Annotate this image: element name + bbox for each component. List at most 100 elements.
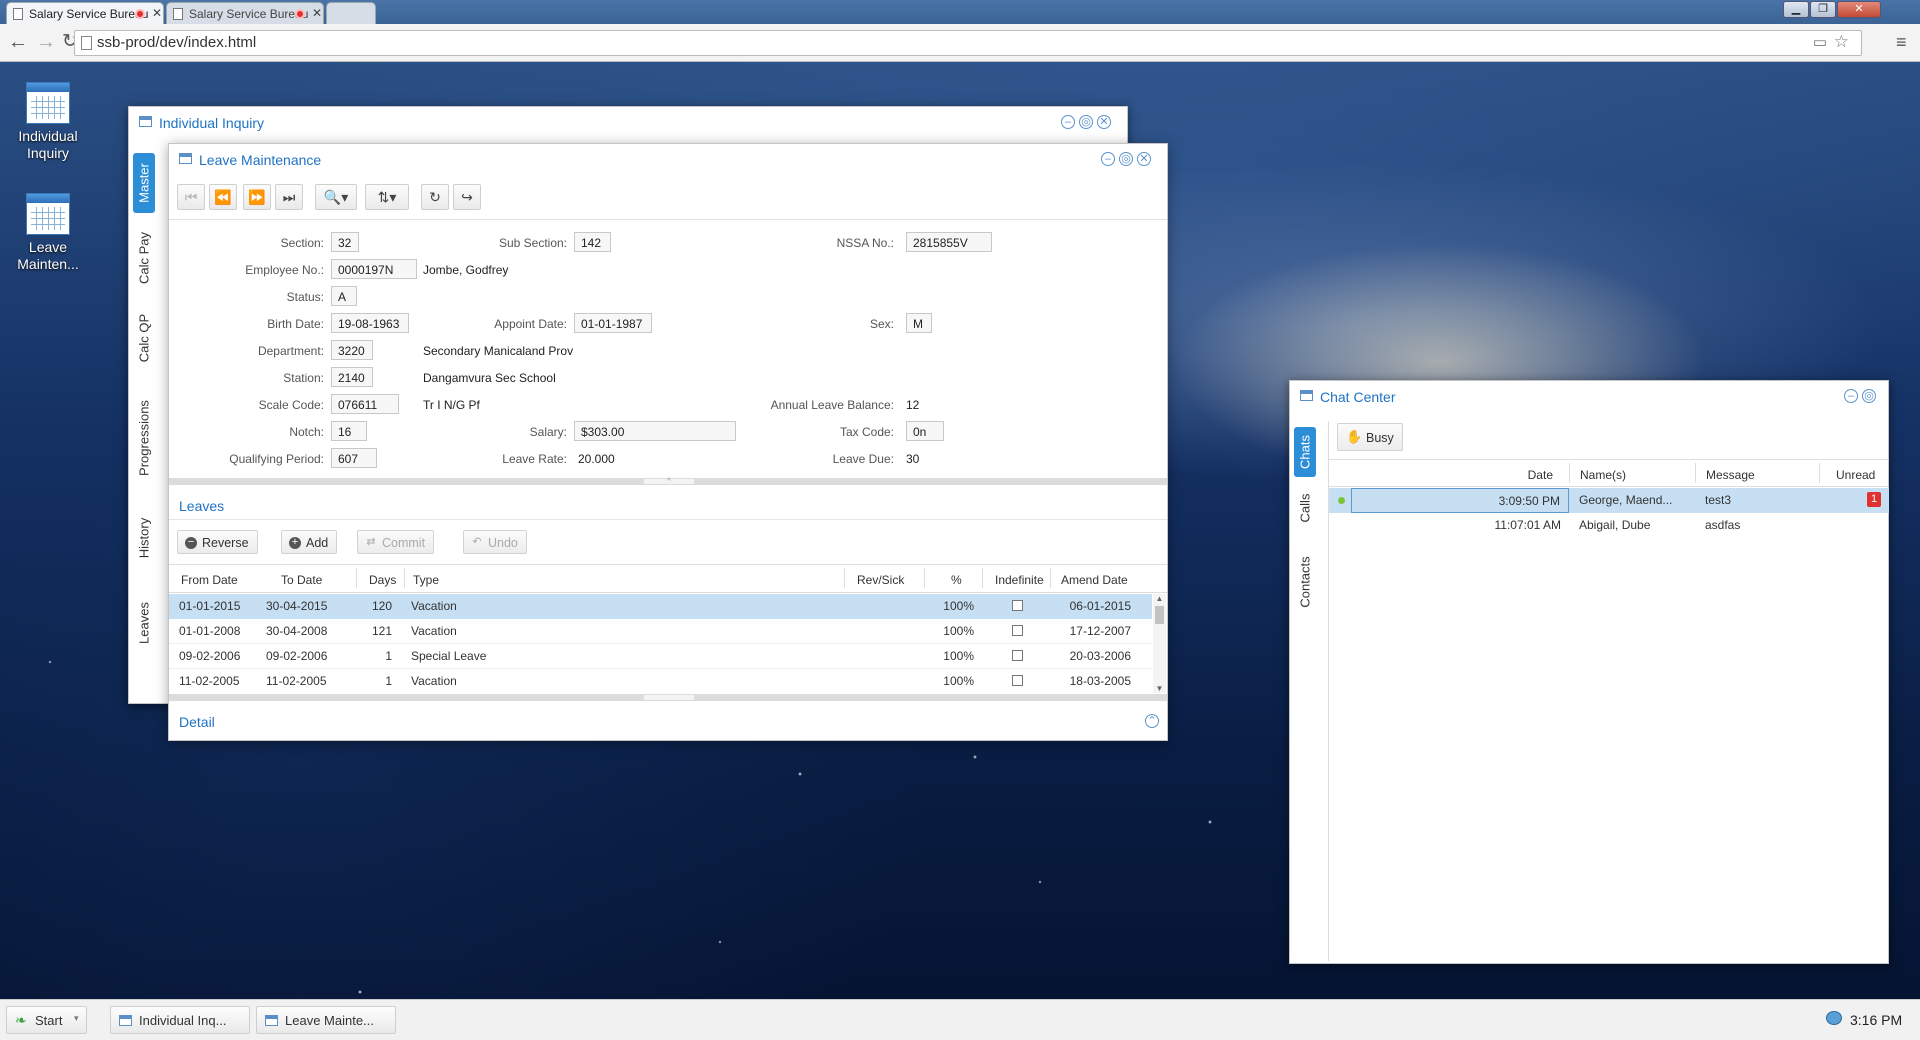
bookmark-star-icon[interactable]: ☆ [1834, 32, 1849, 52]
days-cell: 1 [385, 674, 392, 688]
maximize-icon[interactable]: ◎ [1862, 389, 1876, 403]
window-titlebar[interactable]: Chat Center – ◎ [1290, 381, 1888, 411]
scale-code-field[interactable]: 076611 [331, 394, 399, 414]
desktop-icon-individual-inquiry[interactable]: Individual Inquiry [8, 82, 88, 162]
refresh-icon[interactable]: ↻ [421, 184, 449, 210]
to-date-cell: 11-02-2005 [266, 674, 327, 688]
close-window-button[interactable]: ✕ [1837, 1, 1881, 18]
tab-leaves[interactable]: Leaves [133, 583, 155, 663]
add-button[interactable]: + Add [281, 530, 338, 554]
section-field[interactable]: 32 [331, 232, 359, 252]
employee-number-field[interactable]: 0000197N [331, 259, 417, 279]
minimize-icon[interactable]: – [1844, 389, 1858, 403]
close-icon[interactable]: ✕ [1137, 152, 1151, 166]
close-tab-icon[interactable]: ✕ [152, 6, 162, 20]
maximize-icon[interactable]: ◎ [1079, 115, 1093, 129]
notch-field[interactable]: 16 [331, 421, 367, 441]
cast-icon[interactable]: ▭ [1813, 33, 1827, 51]
taskbar-item-leave-maintenance[interactable]: Leave Mainte... [256, 1006, 396, 1034]
back-icon[interactable]: ← [8, 30, 28, 54]
salary-field[interactable]: $303.00 [574, 421, 736, 441]
nssa-field[interactable]: 2815855V [906, 232, 992, 252]
column-header[interactable]: Indefinite [982, 568, 1044, 588]
minimize-window-button[interactable]: ▁ [1783, 1, 1809, 18]
indefinite-checkbox[interactable] [1012, 625, 1023, 636]
column-header[interactable]: Message [1695, 463, 1819, 483]
table-row[interactable]: 01-01-2015 30-04-2015 120 Vacation 100% … [169, 594, 1152, 619]
busy-button[interactable]: ✋ Busy [1337, 423, 1403, 451]
tab-chats[interactable]: Chats [1294, 427, 1316, 477]
close-tab-icon[interactable]: ✕ [312, 6, 322, 20]
undo-button[interactable]: ↶ Undo [463, 530, 527, 554]
window-titlebar[interactable]: Individual Inquiry – ◎ ✕ [129, 107, 1127, 137]
column-header[interactable]: Amend Date [1050, 568, 1128, 588]
column-header[interactable]: % [924, 568, 982, 588]
browser-tab-active[interactable]: Salary Service Bureau ✕ [6, 2, 164, 24]
grid-scrollbar[interactable]: ▲ ▼ [1153, 594, 1166, 693]
previous-record-icon[interactable]: ⏪ [209, 184, 237, 210]
browser-tab-inactive[interactable]: Salary Service Bureau ✕ [166, 2, 324, 24]
last-record-icon[interactable]: ⏭ [275, 184, 303, 210]
column-header[interactable]: Name(s) [1569, 463, 1695, 483]
maximize-icon[interactable]: ◎ [1119, 152, 1133, 166]
forward-share-icon[interactable]: ↪ [453, 184, 481, 210]
tax-code-field[interactable]: 0n [906, 421, 944, 441]
splitter[interactable]: ^ [169, 478, 1167, 485]
department-field[interactable]: 3220 [331, 340, 373, 360]
indefinite-checkbox[interactable] [1012, 600, 1023, 611]
tab-history[interactable]: History [133, 498, 155, 578]
table-row[interactable]: 09-02-2006 09-02-2006 1 Special Leave 10… [169, 644, 1152, 669]
column-header[interactable]: Type [404, 568, 439, 588]
employee-label: Employee No.: [245, 263, 324, 277]
tab-master[interactable]: Master [133, 153, 155, 213]
column-header[interactable]: Rev/Sick [844, 568, 904, 588]
chat-row[interactable]: 3:09:50 PM George, Maend... test3 1 [1329, 488, 1889, 513]
birth-date-field[interactable]: 19-08-1963 [331, 313, 409, 333]
restore-window-button[interactable]: ❐ [1810, 1, 1836, 18]
sort-icon[interactable]: ⇅▾ [365, 184, 409, 210]
scale-code-label: Scale Code: [258, 398, 324, 412]
record-toolbar: ⏮ ⏪ ⏩ ⏭ 🔍▾ ⇅▾ ↻ ↪ [177, 184, 1157, 210]
chat-names-cell: George, Maend... [1579, 493, 1673, 507]
column-header[interactable]: Unread [1819, 463, 1887, 483]
tab-calc-qp[interactable]: Calc QP [133, 303, 155, 373]
column-header[interactable]: Days [356, 568, 396, 588]
subsection-field[interactable]: 142 [574, 232, 611, 252]
sex-field[interactable]: M [906, 313, 932, 333]
status-field[interactable]: A [331, 286, 357, 306]
close-icon[interactable]: ✕ [1097, 115, 1111, 129]
start-button[interactable]: ❧ Start ▾ [6, 1006, 88, 1034]
minimize-icon[interactable]: – [1061, 115, 1075, 129]
tab-calc-pay[interactable]: Calc Pay [133, 223, 155, 293]
new-tab-button[interactable] [326, 2, 376, 24]
indefinite-checkbox[interactable] [1012, 675, 1023, 686]
search-icon[interactable]: 🔍▾ [315, 184, 357, 210]
address-bar[interactable]: ssb-prod/dev/index.html ▭ ☆ [74, 30, 1862, 56]
tab-progressions[interactable]: Progressions [133, 383, 155, 493]
forward-icon[interactable]: → [36, 30, 56, 54]
splitter[interactable] [169, 694, 1167, 701]
next-record-icon[interactable]: ⏩ [243, 184, 271, 210]
reverse-button[interactable]: − Reverse [177, 530, 258, 554]
collapse-detail-icon[interactable]: ⌃ [1145, 714, 1159, 728]
appoint-date-field[interactable]: 01-01-1987 [574, 313, 652, 333]
column-header[interactable]: From Date [181, 568, 238, 588]
menu-icon[interactable]: ≡ [1896, 30, 1907, 54]
qualifying-period-field[interactable]: 607 [331, 448, 377, 468]
station-field[interactable]: 2140 [331, 367, 373, 387]
column-header[interactable]: Date [1349, 463, 1561, 483]
taskbar-item-individual-inquiry[interactable]: Individual Inq... [110, 1006, 250, 1034]
table-row[interactable]: 01-01-2008 30-04-2008 121 Vacation 100% … [169, 619, 1152, 644]
tab-contacts[interactable]: Contacts [1294, 542, 1316, 622]
column-header[interactable]: To Date [281, 568, 322, 588]
chat-row[interactable]: 11:07:01 AM Abigail, Dube asdfas [1329, 513, 1889, 538]
tab-calls[interactable]: Calls [1294, 483, 1316, 533]
minimize-icon[interactable]: – [1101, 152, 1115, 166]
first-record-icon[interactable]: ⏮ [177, 184, 205, 210]
commit-button[interactable]: ⇄ Commit [357, 530, 435, 554]
window-titlebar[interactable]: Leave Maintenance – ◎ ✕ [169, 144, 1167, 174]
chat-status-icon[interactable] [1826, 1011, 1842, 1025]
desktop-icon-leave-maintenance[interactable]: Leave Mainten... [8, 193, 88, 273]
indefinite-checkbox[interactable] [1012, 650, 1023, 661]
table-row[interactable]: 11-02-2005 11-02-2005 1 Vacation 100% 18… [169, 669, 1152, 694]
